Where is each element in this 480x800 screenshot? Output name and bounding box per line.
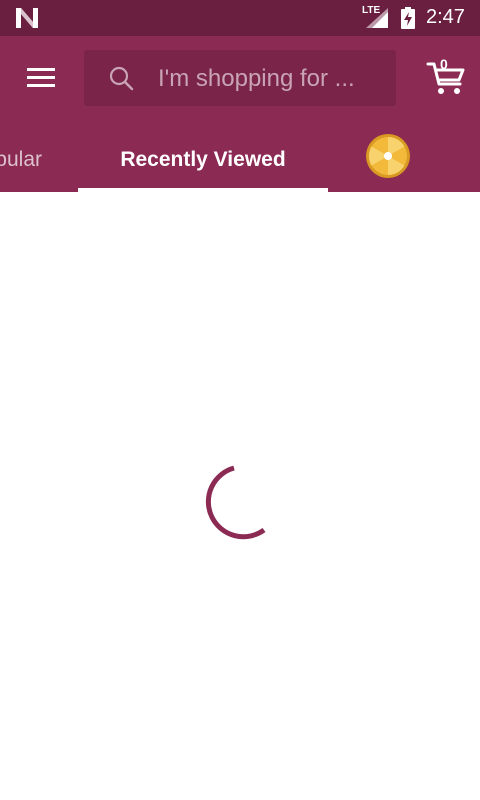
tab-recently-viewed[interactable]: Recently Viewed bbox=[78, 140, 328, 192]
search-icon bbox=[109, 66, 134, 91]
search-box[interactable] bbox=[84, 50, 396, 106]
battery-charging-icon bbox=[401, 7, 415, 29]
tab-popular-label: pular bbox=[0, 148, 42, 171]
clock-time: 2:47 bbox=[426, 6, 465, 28]
app-bar: 0 pular Recently Viewed bbox=[0, 36, 480, 192]
hamburger-menu-icon[interactable] bbox=[20, 58, 64, 98]
selected-tab-indicator bbox=[78, 188, 328, 192]
loading-spinner-icon bbox=[205, 465, 266, 540]
n-logo-icon bbox=[16, 8, 38, 28]
search-input[interactable] bbox=[156, 62, 388, 96]
signal-icon bbox=[366, 8, 388, 28]
prize-wheel-icon[interactable] bbox=[364, 132, 412, 180]
tab-recently-viewed-label: Recently Viewed bbox=[120, 148, 286, 171]
tab-popular[interactable]: pular bbox=[0, 140, 70, 192]
status-bar: LTE 2:47 bbox=[0, 0, 480, 36]
cart-count-badge: 0 bbox=[440, 56, 448, 72]
